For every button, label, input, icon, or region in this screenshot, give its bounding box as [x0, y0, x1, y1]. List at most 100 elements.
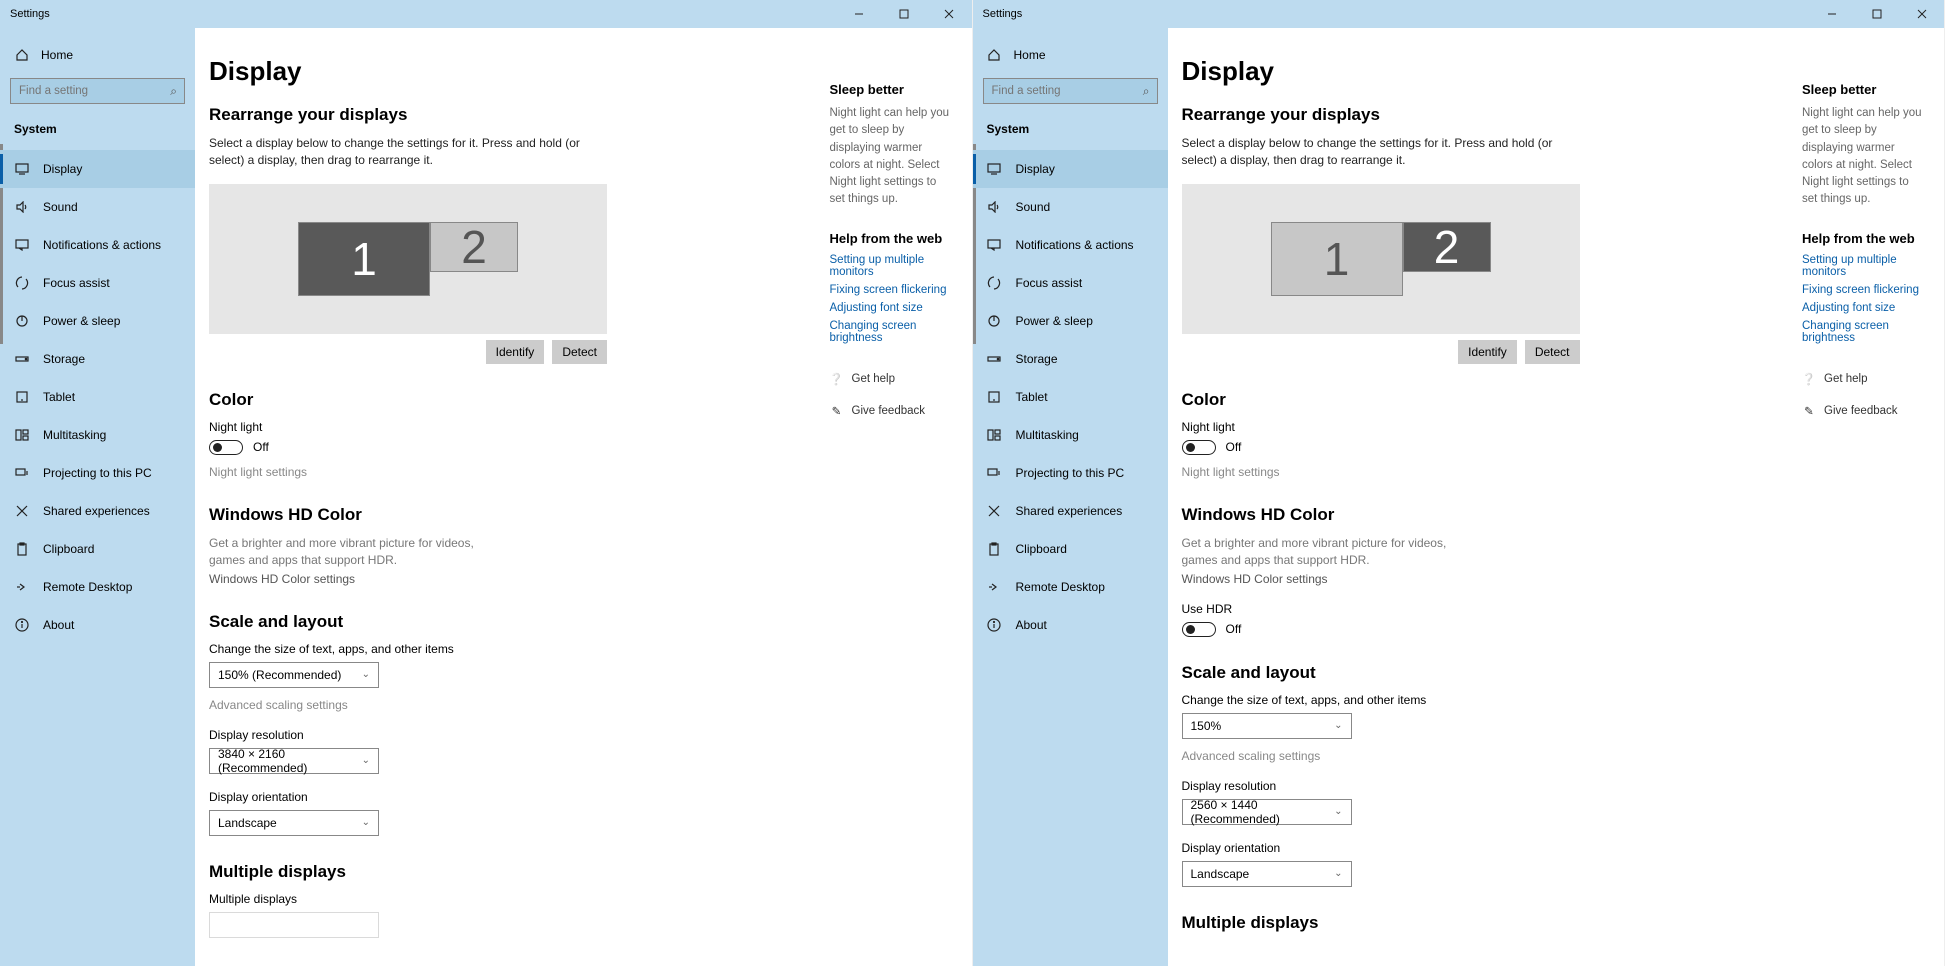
titlebar[interactable]: Settings	[0, 0, 972, 28]
sidebar-item-tablet[interactable]: Tablet	[0, 378, 195, 416]
sidebar-item-storage[interactable]: Storage	[973, 340, 1168, 378]
display-arrangement[interactable]: 1 2	[1182, 184, 1580, 334]
night-light-settings-link[interactable]: Night light settings	[209, 465, 782, 479]
use-hdr-toggle[interactable]	[1182, 622, 1216, 637]
chevron-down-icon: ⌄	[1334, 720, 1342, 731]
sidebar-item-power[interactable]: Power & sleep	[0, 302, 195, 340]
sidebar-item-power[interactable]: Power & sleep	[973, 302, 1168, 340]
monitor-1[interactable]: 1	[1271, 222, 1403, 296]
minimize-button[interactable]	[837, 0, 882, 28]
sidebar-item-multitasking[interactable]: Multitasking	[0, 416, 195, 454]
home-link[interactable]: Home	[0, 38, 195, 72]
help-link-monitors[interactable]: Setting up multiple monitors	[1802, 254, 1926, 278]
use-hdr-state: Off	[1226, 622, 1242, 636]
settings-window-left: Settings Home ⌕ System Display Sound Not…	[0, 0, 973, 966]
sidebar-item-about[interactable]: About	[0, 606, 195, 644]
content-area: Display Rearrange your displays Select a…	[195, 28, 972, 966]
sidebar-item-shared[interactable]: Shared experiences	[0, 492, 195, 530]
sidebar-item-sound[interactable]: Sound	[0, 188, 195, 226]
scale-select[interactable]: 150% (Recommended)⌄	[209, 662, 379, 688]
detect-button[interactable]: Detect	[1525, 340, 1580, 364]
get-help-link[interactable]: ❔ Get help	[1802, 372, 1926, 386]
help-link-font[interactable]: Adjusting font size	[1802, 302, 1926, 314]
window-controls	[837, 0, 972, 28]
home-label: Home	[1014, 48, 1046, 62]
sidebar-item-shared[interactable]: Shared experiences	[973, 492, 1168, 530]
resolution-select[interactable]: 3840 × 2160 (Recommended)⌄	[209, 748, 379, 774]
notifications-icon	[987, 238, 1002, 253]
display-icon	[14, 162, 29, 177]
sidebar-item-projecting[interactable]: Projecting to this PC	[0, 454, 195, 492]
resolution-label: Display resolution	[209, 728, 782, 742]
window-controls	[1809, 0, 1944, 28]
about-icon	[987, 618, 1002, 633]
main-panel: Display Rearrange your displays Select a…	[195, 28, 812, 966]
monitor-1[interactable]: 1	[298, 222, 430, 296]
sidebar-item-sound[interactable]: Sound	[973, 188, 1168, 226]
titlebar[interactable]: Settings	[973, 0, 1945, 28]
sidebar: Home ⌕ System Display Sound Notification…	[0, 28, 195, 966]
content-area: Display Rearrange your displays Select a…	[1168, 28, 1945, 966]
search-icon: ⌕	[170, 84, 177, 99]
sidebar-item-notifications[interactable]: Notifications & actions	[0, 226, 195, 264]
search-input[interactable]	[10, 78, 185, 104]
sidebar-item-clipboard[interactable]: Clipboard	[0, 530, 195, 568]
feedback-icon: ✎	[1802, 404, 1816, 418]
sidebar-item-storage[interactable]: Storage	[0, 340, 195, 378]
night-light-toggle[interactable]	[1182, 440, 1216, 455]
get-help-link[interactable]: ❔ Get help	[830, 372, 954, 386]
advanced-scaling-link[interactable]: Advanced scaling settings	[209, 698, 782, 712]
help-link-font[interactable]: Adjusting font size	[830, 302, 954, 314]
hd-color-link[interactable]: Windows HD Color settings	[1182, 572, 1755, 586]
identify-button[interactable]: Identify	[486, 340, 545, 364]
resolution-select[interactable]: 2560 × 1440 (Recommended)⌄	[1182, 799, 1352, 825]
sidebar-item-remote[interactable]: Remote Desktop	[0, 568, 195, 606]
sidebar-item-focus-assist[interactable]: Focus assist	[973, 264, 1168, 302]
home-link[interactable]: Home	[973, 38, 1168, 72]
multiple-displays-select[interactable]	[209, 912, 379, 938]
sidebar-item-display[interactable]: Display	[973, 150, 1168, 188]
focus-icon	[14, 276, 29, 291]
sidebar-item-tablet[interactable]: Tablet	[973, 378, 1168, 416]
sidebar-item-notifications[interactable]: Notifications & actions	[973, 226, 1168, 264]
projecting-icon	[987, 466, 1002, 481]
advanced-scaling-link[interactable]: Advanced scaling settings	[1182, 749, 1755, 763]
give-feedback-link[interactable]: ✎ Give feedback	[830, 404, 954, 418]
help-link-flicker[interactable]: Fixing screen flickering	[1802, 284, 1926, 296]
sound-icon	[987, 200, 1002, 215]
sidebar-item-about[interactable]: About	[973, 606, 1168, 644]
help-link-brightness[interactable]: Changing screen brightness	[830, 320, 954, 344]
sidebar-item-remote[interactable]: Remote Desktop	[973, 568, 1168, 606]
chevron-down-icon: ⌄	[1334, 868, 1342, 879]
window-body: Home ⌕ System Display Sound Notification…	[0, 28, 972, 966]
help-link-flicker[interactable]: Fixing screen flickering	[830, 284, 954, 296]
give-feedback-link[interactable]: ✎ Give feedback	[1802, 404, 1926, 418]
display-arrangement[interactable]: 1 2	[209, 184, 607, 334]
sidebar-item-multitasking[interactable]: Multitasking	[973, 416, 1168, 454]
night-light-state: Off	[253, 440, 269, 454]
orientation-select[interactable]: Landscape⌄	[209, 810, 379, 836]
sidebar-item-display[interactable]: Display	[0, 150, 195, 188]
sidebar-item-clipboard[interactable]: Clipboard	[973, 530, 1168, 568]
scale-select[interactable]: 150%⌄	[1182, 713, 1352, 739]
sidebar-item-focus-assist[interactable]: Focus assist	[0, 264, 195, 302]
orientation-select[interactable]: Landscape⌄	[1182, 861, 1352, 887]
night-light-settings-link[interactable]: Night light settings	[1182, 465, 1755, 479]
sidebar-item-projecting[interactable]: Projecting to this PC	[973, 454, 1168, 492]
close-button[interactable]	[927, 0, 972, 28]
close-button[interactable]	[1899, 0, 1944, 28]
help-link-brightness[interactable]: Changing screen brightness	[1802, 320, 1926, 344]
detect-button[interactable]: Detect	[552, 340, 607, 364]
hd-color-link[interactable]: Windows HD Color settings	[209, 572, 782, 586]
help-link-monitors[interactable]: Setting up multiple monitors	[830, 254, 954, 278]
identify-button[interactable]: Identify	[1458, 340, 1517, 364]
maximize-button[interactable]	[1854, 0, 1899, 28]
monitor-2[interactable]: 2	[1403, 222, 1491, 272]
maximize-button[interactable]	[882, 0, 927, 28]
chevron-down-icon: ⌄	[1334, 806, 1342, 817]
search-input[interactable]	[983, 78, 1158, 104]
minimize-button[interactable]	[1809, 0, 1854, 28]
monitor-2[interactable]: 2	[430, 222, 518, 272]
night-light-toggle[interactable]	[209, 440, 243, 455]
power-icon	[14, 314, 29, 329]
